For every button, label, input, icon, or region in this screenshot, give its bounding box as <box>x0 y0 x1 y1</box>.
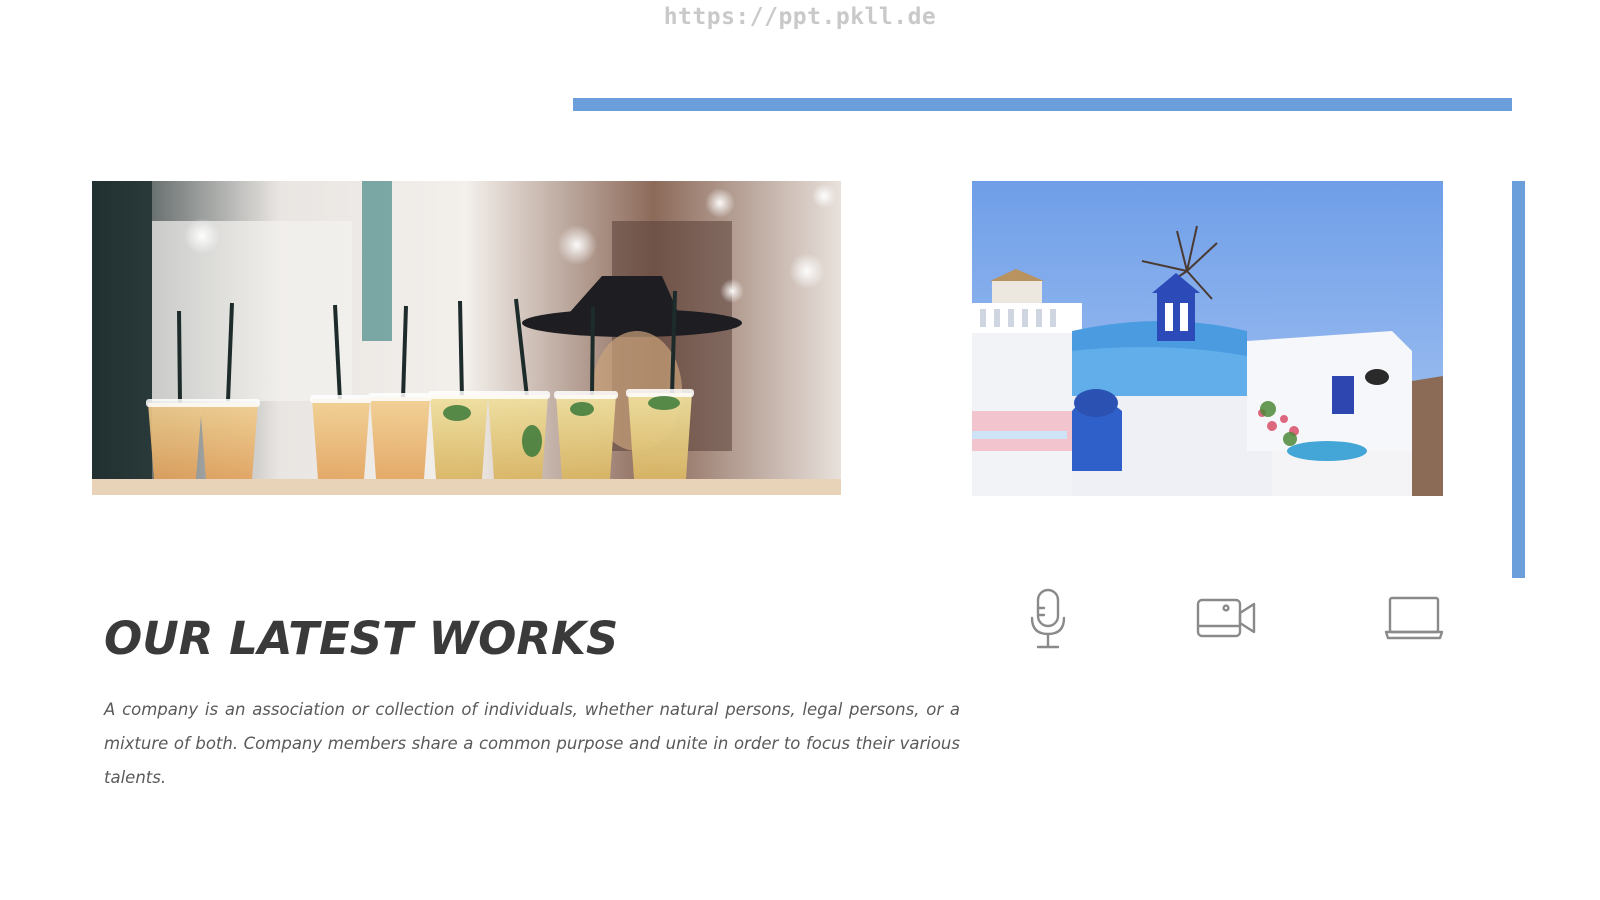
laptop-icon <box>1384 596 1444 644</box>
accent-bar-right <box>1512 181 1525 578</box>
video-camera-icon <box>1196 598 1256 644</box>
photo-drinks <box>92 181 841 495</box>
accent-bar-top <box>573 98 1512 111</box>
microphone-icon <box>1030 588 1066 654</box>
section-title: OUR LATEST WORKS <box>104 612 619 666</box>
photo-village <box>972 181 1443 496</box>
watermark-url: https://ppt.pkll.de <box>663 4 937 30</box>
section-body: A company is an association or collectio… <box>104 699 960 787</box>
